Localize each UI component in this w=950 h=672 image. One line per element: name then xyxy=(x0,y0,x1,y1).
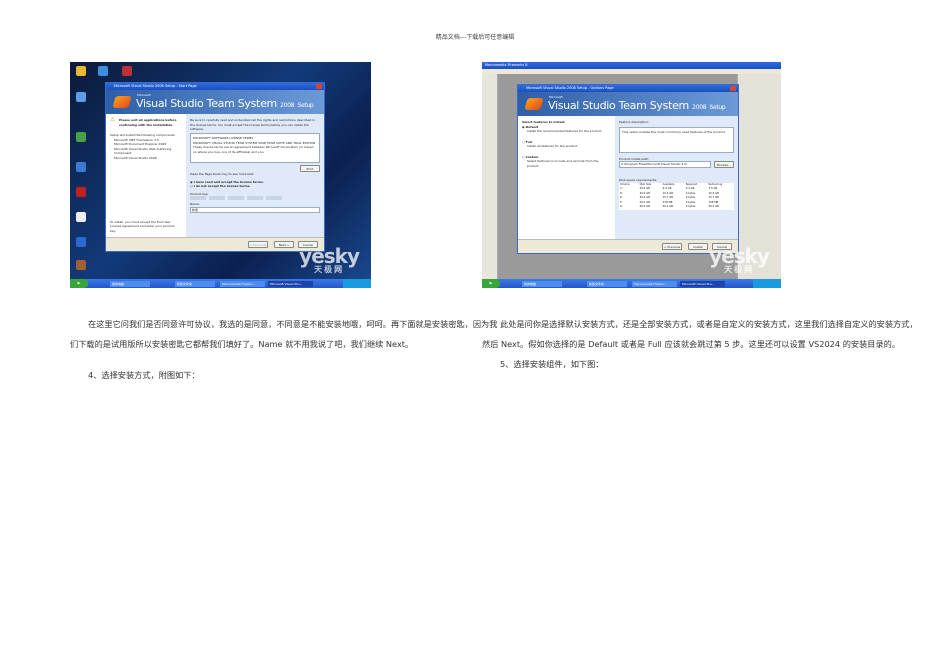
feature-description-box: This option installs the most commonly u… xyxy=(619,126,734,153)
taskbar-item[interactable]: Microsoft Visual Stu... xyxy=(680,280,725,287)
step-heading: 4、选择安装方式，附图如下： xyxy=(88,370,200,380)
desktop-icon xyxy=(122,66,132,76)
tools-panel xyxy=(482,74,498,279)
desktop-icon xyxy=(76,260,86,270)
table-row: G: 60.0 GB 56.4 GB 0 bytes 56.4 GB xyxy=(620,205,719,208)
left-panel: ⚠ Please exit all applications before con… xyxy=(106,114,184,237)
desktop-icon xyxy=(76,66,86,76)
taskbar-item[interactable]: 新建文件夹 xyxy=(175,280,215,287)
taskbar-item[interactable]: Microsoft Visual Stu... xyxy=(268,280,313,287)
taskbar-item[interactable]: 新建文件夹 xyxy=(587,280,627,287)
default-radio[interactable]: ◉ Default Install the recommended feature… xyxy=(522,125,609,134)
browse-button[interactable]: Browse... xyxy=(714,161,734,168)
setup-banner: Microsoft Visual Studio Team System 2008… xyxy=(106,90,324,114)
desktop-icon xyxy=(76,132,86,142)
right-paragraph-line: 此处是问你是选择默认安装方式，还是全部安装方式，或者是自定义的安装方式，这里我们… xyxy=(500,319,918,329)
desktop-icon xyxy=(76,187,86,197)
start-button[interactable]: ▶ xyxy=(70,279,88,288)
taskbar-item[interactable]: Macromedia Firewor... xyxy=(220,280,265,287)
right-paragraph-line: 然后 Next。假如你选择的是 Default 或者是 Full 应该就会跳过第… xyxy=(482,339,901,349)
close-icon[interactable] xyxy=(730,86,736,91)
right-panel: Feature description: This option install… xyxy=(615,116,738,239)
name-input[interactable]: 新用 xyxy=(190,206,320,213)
window-title: Microsoft Visual Studio 2008 Setup - Sta… xyxy=(106,83,324,90)
step-heading: 5、选择安装组件，如下图： xyxy=(500,359,604,369)
system-tray xyxy=(753,279,781,288)
full-radio[interactable]: ○ Full Install all features for the produ… xyxy=(522,140,609,149)
right-panel: Be sure to carefully read and understand… xyxy=(186,114,324,237)
vs-logo-icon xyxy=(112,96,132,108)
previous-button[interactable]: < Previous xyxy=(662,243,682,250)
window-title: Microsoft Visual Studio 2008 Setup - Opt… xyxy=(518,85,738,92)
warning-icon: ⚠ xyxy=(110,116,116,123)
disk-space-table: Volume Disk Size Available Required Remainin… xyxy=(619,182,734,210)
system-tray xyxy=(343,279,371,288)
custom-radio[interactable]: ○ Custom Select features to include and e… xyxy=(522,155,609,169)
left-panel: Select features to install: ◉ Default Ins… xyxy=(518,116,613,239)
setup-banner: Microsoft Visual Studio Team System 2008… xyxy=(518,92,738,116)
close-icon[interactable] xyxy=(316,84,322,89)
taskbar-item[interactable]: 我的电脑 xyxy=(110,280,150,287)
vs-logo-icon xyxy=(524,98,544,110)
desktop-icon xyxy=(98,66,108,76)
button-bar: < Previous Next > Cancel xyxy=(106,237,324,251)
install-button[interactable]: Install xyxy=(688,243,708,250)
setup-window: Microsoft Visual Studio 2008 Setup - Opt… xyxy=(517,84,739,254)
print-button[interactable]: Print xyxy=(300,165,320,172)
left-paragraph-line: 们下载的是试用版所以安装密匙它都帮我们填好了。Name 就不用我说了吧，我们继续… xyxy=(70,339,414,349)
taskbar-item[interactable]: 我的电脑 xyxy=(522,280,562,287)
page-header: 精品文档---下载后可任意编辑 xyxy=(435,34,515,41)
button-bar: < Previous Install Cancel xyxy=(518,239,738,253)
desktop-icon xyxy=(76,162,86,172)
screenshot-options-page: Macromedia Fireworks 8 Microsoft Visual … xyxy=(482,62,781,288)
taskbar-item[interactable]: Macromedia Firewor... xyxy=(632,280,677,287)
setup-window: Microsoft Visual Studio 2008 Setup - Sta… xyxy=(105,82,325,252)
install-path-input[interactable]: C:\Program Files\Microsoft Visual Studio… xyxy=(619,161,711,168)
desktop-icon xyxy=(76,237,86,247)
watermark: yesky 天极网 xyxy=(709,244,770,274)
left-paragraph-line: 在这里它问我们是否同意许可协议，我选的是同意，不同意是不能安装地哦，呵呵。再下面… xyxy=(88,319,498,329)
taskbar: ▶ 我的电脑 新建文件夹 Macromedia Firewor... Micro… xyxy=(482,279,781,288)
license-textbox[interactable]: MICROSOFT SOFTWARE LICENSE TERMS MICROSO… xyxy=(190,133,320,163)
app-title: Macromedia Fireworks 8 xyxy=(482,62,781,69)
watermark: yesky 天极网 xyxy=(299,244,360,274)
start-button[interactable]: ▶ xyxy=(482,279,500,288)
screenshot-license-page: Microsoft Visual Studio 2008 Setup - Sta… xyxy=(70,62,371,288)
decline-radio[interactable]: ○ I do not accept the license terms. xyxy=(190,184,320,189)
previous-button[interactable]: < Previous xyxy=(248,241,268,248)
product-key-fields xyxy=(190,196,320,200)
next-button[interactable]: Next > xyxy=(274,241,294,248)
desktop-icon xyxy=(76,212,86,222)
desktop-icon xyxy=(76,92,86,102)
taskbar: ▶ 我的电脑 新建文件夹 Macromedia Firewor... Micro… xyxy=(70,279,371,288)
